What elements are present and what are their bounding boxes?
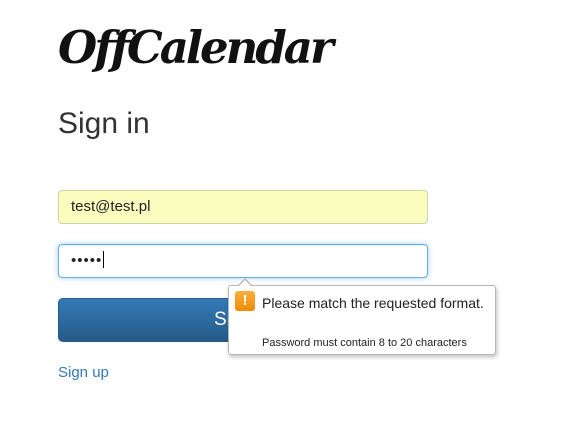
validation-message: Please match the requested format. [262,295,484,311]
email-value: test@test.pl [71,198,151,215]
text-caret [103,251,105,268]
password-field[interactable]: ••••• [58,244,428,278]
tooltip-arrow-fill [238,280,252,287]
warning-icon: ! [235,291,255,311]
page-title: Sign in [58,107,150,140]
app-logo: OffCalendar [58,21,334,74]
password-value: ••••• [71,252,103,269]
email-field[interactable]: test@test.pl [58,190,428,224]
signin-page: OffCalendar Sign in test@test.pl ••••• S… [0,0,587,439]
validation-detail: Password must contain 8 to 20 characters [262,337,467,349]
validation-tooltip: ! Please match the requested format. Pas… [228,278,496,355]
sign-up-link[interactable]: Sign up [58,364,109,382]
